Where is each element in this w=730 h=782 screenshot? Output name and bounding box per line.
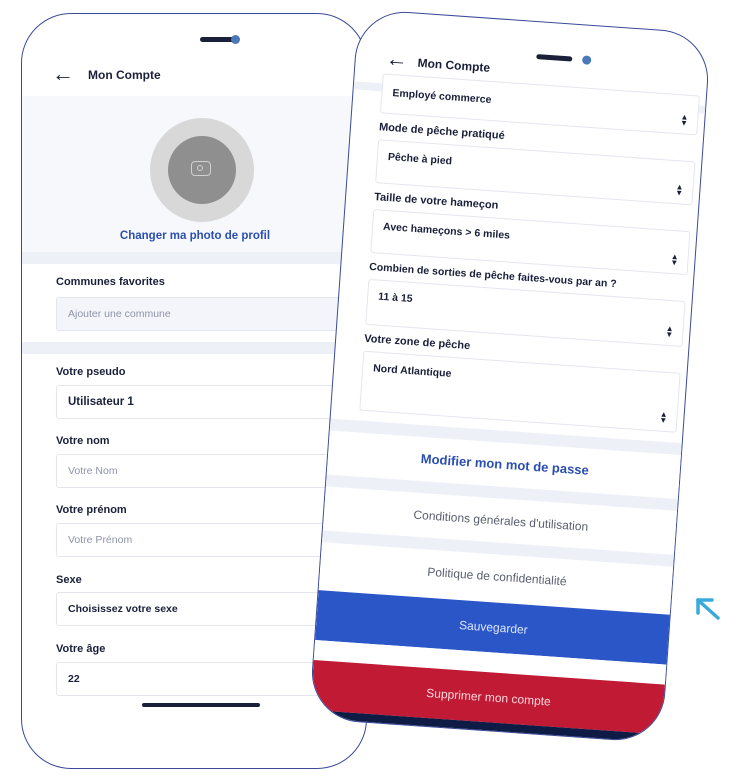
hamecon-value: Avec hameçons > 6 miles (382, 220, 511, 242)
communes-label: Communes favorites (56, 276, 165, 288)
sexe-label: Sexe (56, 574, 82, 586)
camera-dot (581, 55, 592, 65)
header: ← Mon Compte (22, 56, 366, 96)
divider (22, 342, 366, 354)
profession-value: Employé commerce (392, 87, 492, 107)
avatar-inner (168, 136, 236, 204)
zone-value: Nord Atlantique (372, 362, 452, 380)
page-title: Mon Compte (417, 55, 491, 75)
camera-dot (231, 35, 240, 44)
chevron-updown-icon: ▲ ▼ (665, 323, 674, 340)
nom-input[interactable]: Votre Nom (56, 454, 366, 488)
chevron-updown-icon: ▲ ▼ (659, 409, 668, 426)
avatar-section: Changer ma photo de profil (22, 96, 366, 264)
pseudo-input[interactable]: Utilisateur 1 (56, 385, 366, 419)
chevron-updown-icon: ▲ ▼ (670, 251, 679, 268)
divider (22, 252, 366, 264)
back-arrow-icon[interactable]: ← (385, 46, 409, 72)
chevron-updown-icon: ▲ ▼ (674, 182, 684, 198)
sorties-value: 11 à 15 (377, 290, 414, 306)
back-arrow-icon[interactable]: ← (52, 63, 74, 85)
age-label: Votre âge (56, 643, 106, 655)
avatar[interactable] (150, 118, 254, 222)
chevron-updown-icon: ▲ ▼ (679, 112, 689, 128)
camera-icon (191, 161, 211, 176)
commune-placeholder: Ajouter une commune (68, 308, 171, 320)
page-title: Mon Compte (88, 68, 161, 82)
zone-select[interactable]: Nord Atlantique ▲ ▼ (359, 350, 681, 433)
speaker-notch (536, 54, 573, 62)
mode-peche-value: Pêche à pied (387, 150, 453, 168)
change-photo-link[interactable]: Changer ma photo de profil (22, 230, 366, 242)
mode-peche-label: Mode de pêche pratiqué (378, 121, 506, 143)
pseudo-label: Votre pseudo (56, 366, 126, 378)
home-indicator (142, 703, 260, 707)
prenom-label: Votre prénom (56, 504, 127, 516)
zone-label: Votre zone de pêche (363, 332, 471, 353)
phone-right: ← Mon Compte Employé commerce ▲ ▼ Mode de… (308, 8, 712, 744)
swipe-arrow-icon (696, 598, 720, 620)
nom-label: Votre nom (56, 435, 110, 447)
hamecon-label: Taille de votre hameçon (373, 191, 499, 212)
commune-input[interactable]: Ajouter une commune + (56, 297, 366, 331)
